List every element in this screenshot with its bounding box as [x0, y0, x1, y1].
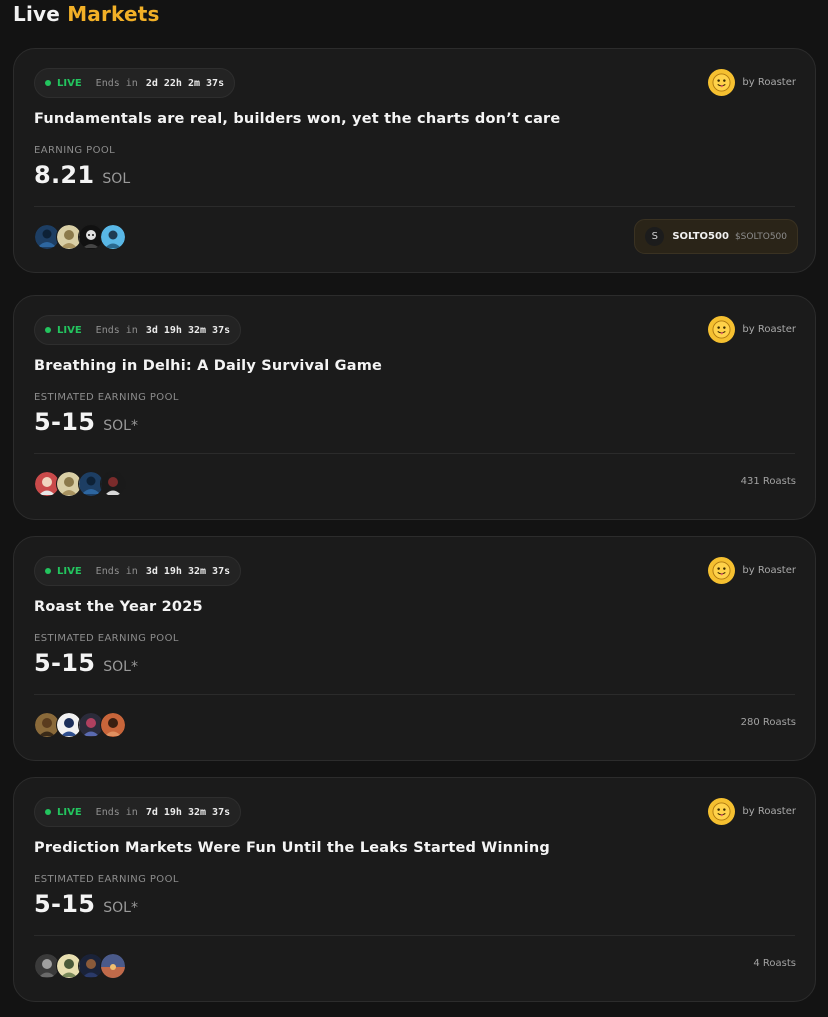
pool-label: ESTIMATED EARNING POOL	[34, 392, 179, 403]
live-status-pill: LIVE Ends in 7d 19h 32m 37s	[34, 797, 242, 827]
market-title[interactable]: Breathing in Delhi: A Daily Survival Gam…	[34, 358, 382, 374]
pool-unit: SOL*	[103, 418, 138, 434]
market-card[interactable]: LIVE Ends in 3d 19h 32m 37s by Roaster R…	[13, 536, 816, 761]
token-name: SOLTO500	[672, 231, 729, 242]
live-label: LIVE	[57, 77, 82, 89]
countdown-timer: 7d 19h 32m 37s	[145, 806, 231, 818]
live-status-pill: LIVE Ends in 3d 19h 32m 37s	[34, 315, 242, 345]
participant-avatars	[34, 471, 126, 497]
live-badge: LIVE	[45, 78, 82, 89]
tongue-out-face-icon	[708, 316, 736, 343]
pool-label: ESTIMATED EARNING POOL	[34, 874, 179, 885]
creator-link[interactable]: by Roaster	[708, 69, 796, 96]
countdown-timer: 3d 19h 32m 37s	[145, 324, 231, 336]
pool-label: ESTIMATED EARNING POOL	[34, 633, 179, 644]
pool-label: EARNING POOL	[34, 145, 116, 156]
card-divider	[34, 206, 795, 207]
participant-avatars	[34, 953, 126, 979]
live-label: LIVE	[57, 324, 82, 336]
creator-name: by Roaster	[742, 806, 796, 817]
market-card[interactable]: LIVE Ends in 3d 19h 32m 37s by Roaster B…	[13, 295, 816, 520]
user-avatar-icon	[100, 712, 126, 738]
roasts-count: 431 Roasts	[740, 476, 796, 487]
pool-value: 5-15	[34, 408, 96, 436]
live-dot-icon	[45, 568, 51, 574]
live-dot-icon	[45, 80, 51, 86]
live-badge: LIVE	[45, 566, 82, 577]
countdown-timer: 3d 19h 32m 37s	[145, 565, 231, 577]
user-avatar-icon	[100, 471, 126, 497]
token-icon: S	[645, 227, 665, 246]
token-pill[interactable]: S SOLTO500 $SOLTO500	[634, 219, 798, 254]
live-status-pill: LIVE Ends in 3d 19h 32m 37s	[34, 556, 242, 586]
pool-value: 8.21	[34, 161, 95, 189]
roasts-count: 280 Roasts	[740, 717, 796, 728]
roasts-count: 4 Roasts	[753, 958, 796, 969]
page-title-word-live: Live	[13, 2, 61, 26]
creator-link[interactable]: by Roaster	[708, 557, 796, 584]
participant-avatars	[34, 712, 126, 738]
card-divider	[34, 453, 795, 454]
ends-in-label: Ends in	[95, 77, 138, 89]
creator-name: by Roaster	[742, 565, 796, 576]
creator-link[interactable]: by Roaster	[708, 316, 796, 343]
token-ticker: $SOLTO500	[734, 231, 787, 242]
creator-name: by Roaster	[742, 77, 796, 88]
tongue-out-face-icon	[708, 557, 736, 584]
market-card[interactable]: LIVE Ends in 7d 19h 32m 37s by Roaster P…	[13, 777, 816, 1002]
creator-name: by Roaster	[742, 324, 796, 335]
pool-unit: SOL*	[103, 900, 138, 916]
live-badge: LIVE	[45, 325, 82, 336]
tongue-out-face-icon	[708, 69, 736, 96]
live-badge: LIVE	[45, 807, 82, 818]
page-title: Live Markets	[13, 2, 160, 26]
live-label: LIVE	[57, 565, 82, 577]
live-label: LIVE	[57, 806, 82, 818]
market-title[interactable]: Prediction Markets Were Fun Until the Le…	[34, 840, 550, 856]
participant-avatars	[34, 224, 126, 250]
pool-value: 5-15	[34, 649, 96, 677]
pool-value: 5-15	[34, 890, 96, 918]
pool-unit: SOL	[102, 171, 131, 187]
ends-in-label: Ends in	[95, 806, 138, 818]
live-dot-icon	[45, 327, 51, 333]
ends-in-label: Ends in	[95, 565, 138, 577]
user-avatar-icon	[100, 224, 126, 250]
live-markets-page: Live Markets LIVE Ends in 2d 22h 2m 37s …	[0, 0, 828, 1017]
tongue-out-face-icon	[708, 798, 736, 825]
live-dot-icon	[45, 809, 51, 815]
live-status-pill: LIVE Ends in 2d 22h 2m 37s	[34, 68, 236, 98]
card-divider	[34, 935, 795, 936]
card-divider	[34, 694, 795, 695]
pool-amount: 5-15 SOL*	[34, 408, 138, 436]
pool-unit: SOL*	[103, 659, 138, 675]
pool-amount: 5-15 SOL*	[34, 649, 138, 677]
pool-amount: 8.21 SOL	[34, 161, 130, 189]
market-title[interactable]: Fundamentals are real, builders won, yet…	[34, 111, 560, 127]
ends-in-label: Ends in	[95, 324, 138, 336]
countdown-timer: 2d 22h 2m 37s	[145, 77, 225, 89]
page-title-word-markets: Markets	[67, 2, 160, 26]
user-avatar-icon	[100, 953, 126, 979]
market-card[interactable]: LIVE Ends in 2d 22h 2m 37s by Roaster Fu…	[13, 48, 816, 273]
creator-link[interactable]: by Roaster	[708, 798, 796, 825]
market-title[interactable]: Roast the Year 2025	[34, 599, 203, 615]
pool-amount: 5-15 SOL*	[34, 890, 138, 918]
